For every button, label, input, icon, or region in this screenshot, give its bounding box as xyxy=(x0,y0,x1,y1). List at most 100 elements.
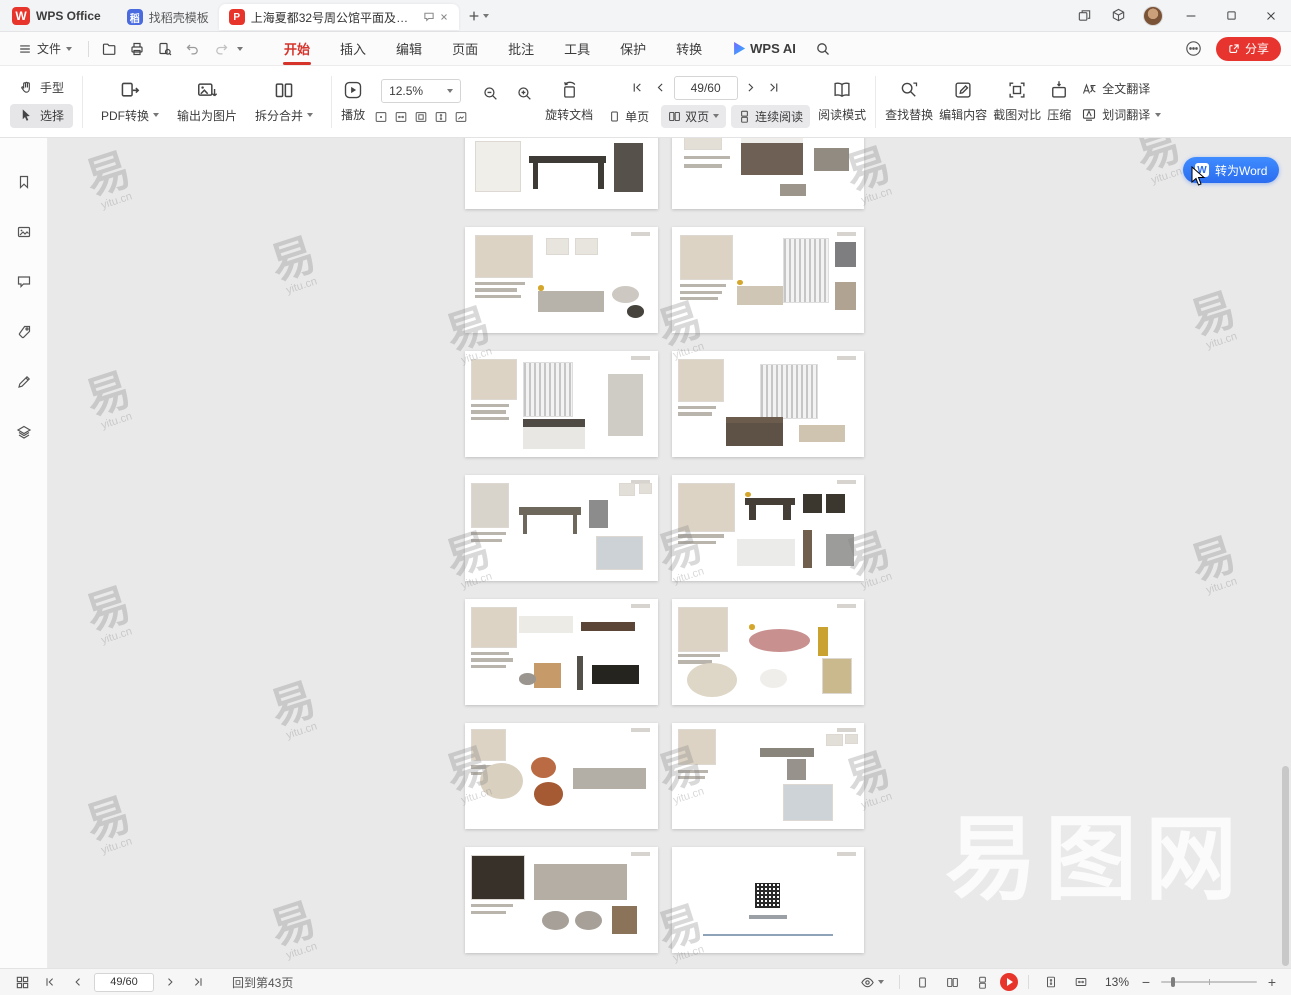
hand-tool-button[interactable]: 手型 xyxy=(10,76,73,100)
ribbon-search-icon[interactable] xyxy=(811,37,835,61)
export-image-button[interactable]: 输出为图片 xyxy=(168,76,246,128)
vertical-scrollbar[interactable] xyxy=(1282,766,1289,966)
tab-page[interactable]: 页面 xyxy=(437,32,493,65)
fit-page-icon[interactable] xyxy=(1039,971,1063,993)
fit-height-icon[interactable] xyxy=(433,109,449,125)
close-button[interactable] xyxy=(1251,0,1291,31)
quickbar-chevron-icon[interactable] xyxy=(237,47,243,51)
tab-tools[interactable]: 工具 xyxy=(549,32,605,65)
statusbar: 回到第43页 13% − + xyxy=(0,968,1291,995)
slider-thumb[interactable] xyxy=(1171,977,1175,987)
zoom-select[interactable]: 12.5% xyxy=(381,79,461,103)
undo-button[interactable] xyxy=(181,37,205,61)
rotate-document-button[interactable] xyxy=(560,81,579,100)
select-tool-button[interactable]: 选择 xyxy=(10,104,73,128)
play-button[interactable] xyxy=(343,80,363,100)
new-tab-icon[interactable] xyxy=(467,9,481,23)
single-page-mode-button[interactable]: 单页 xyxy=(601,105,656,128)
comments-icon[interactable] xyxy=(10,268,38,296)
redo-button[interactable] xyxy=(209,37,233,61)
next-page-button[interactable] xyxy=(158,971,182,993)
tab-comment-icon[interactable] xyxy=(423,11,435,23)
minimize-button[interactable] xyxy=(1171,0,1211,31)
page-number-input[interactable] xyxy=(674,76,738,100)
zoom-out-minus-button[interactable]: − xyxy=(1137,973,1155,991)
tab-title: 找稻壳模板 xyxy=(149,9,209,26)
tab-protect[interactable]: 保护 xyxy=(605,32,661,65)
read-mode-button[interactable] xyxy=(832,80,852,100)
more-options-icon[interactable] xyxy=(1182,37,1206,61)
page-number-input[interactable] xyxy=(94,973,154,992)
tab-insert[interactable]: 插入 xyxy=(325,32,381,65)
tab-edit[interactable]: 编辑 xyxy=(381,32,437,65)
maximize-button[interactable] xyxy=(1211,0,1251,31)
tab-list-chevron-icon[interactable] xyxy=(483,14,489,18)
pdf-convert-button[interactable]: PDF转换 xyxy=(92,76,168,128)
tab-annotate[interactable]: 批注 xyxy=(493,32,549,65)
zoom-in-button[interactable] xyxy=(511,81,537,107)
print-button[interactable] xyxy=(125,37,149,61)
double-page-mode-icon[interactable] xyxy=(940,971,964,993)
layers-icon[interactable] xyxy=(10,418,38,446)
zoom-in-plus-button[interactable]: + xyxy=(1263,973,1281,991)
view-options-eye-icon[interactable] xyxy=(855,971,889,993)
fit-width-icon[interactable] xyxy=(1069,971,1093,993)
document-canvas[interactable]: 易yitu.cn易yitu.cn易yitu.cn易yitu.cn易yitu.cn… xyxy=(48,138,1291,968)
fit-visible-icon[interactable] xyxy=(453,109,469,125)
thumbnails-icon[interactable] xyxy=(10,218,38,246)
compress-icon xyxy=(1049,80,1069,100)
page-grid xyxy=(465,138,864,953)
menubar: 文件 开始 插入 编辑 页面 批注 工具 保护 转换 WPS AI xyxy=(0,32,1291,66)
pdf-page-table-chair-partial xyxy=(465,138,658,209)
back-to-page-link[interactable]: 回到第43页 xyxy=(232,974,293,991)
slideshow-play-button[interactable] xyxy=(1000,973,1018,991)
chevron-down-icon xyxy=(1155,113,1161,117)
continuous-mode-icon[interactable] xyxy=(970,971,994,993)
word-translate-button[interactable]: 划词翻译 xyxy=(1075,104,1167,125)
bookmark-icon[interactable] xyxy=(10,168,38,196)
tab-convert[interactable]: 转换 xyxy=(661,32,717,65)
first-page-button[interactable] xyxy=(628,77,648,99)
annotate-pen-icon[interactable] xyxy=(10,368,38,396)
single-page-mode-icon[interactable] xyxy=(910,971,934,993)
next-page-button[interactable] xyxy=(741,77,761,99)
first-page-button[interactable] xyxy=(38,971,62,993)
fit-width-icon[interactable] xyxy=(393,109,409,125)
actual-size-icon[interactable] xyxy=(373,109,389,125)
page-brand-mark xyxy=(837,356,856,360)
multi-window-icon[interactable] xyxy=(1067,0,1101,31)
user-avatar[interactable] xyxy=(1143,6,1163,26)
watermark: 易yitu.cn xyxy=(81,368,140,434)
zoom-out-button[interactable] xyxy=(477,81,503,107)
edit-content-button[interactable] xyxy=(953,80,973,100)
open-file-button[interactable] xyxy=(97,37,121,61)
wps-home-button[interactable]: W WPS Office xyxy=(0,0,117,31)
tab-home[interactable]: 开始 xyxy=(269,32,325,65)
print-preview-button[interactable] xyxy=(153,37,177,61)
find-replace-button[interactable] xyxy=(899,80,919,100)
fit-page-icon[interactable] xyxy=(413,109,429,125)
attachment-tag-icon[interactable] xyxy=(10,318,38,346)
screenshot-compare-button[interactable] xyxy=(1007,80,1027,100)
chevron-down-icon xyxy=(878,980,884,984)
previous-page-button[interactable] xyxy=(651,77,671,99)
zoom-slider[interactable] xyxy=(1161,975,1257,989)
continuous-read-button[interactable]: 连续阅读 xyxy=(731,105,810,128)
page-brand-mark xyxy=(631,232,650,236)
share-button[interactable]: 分享 xyxy=(1216,37,1281,61)
file-menu-button[interactable]: 文件 xyxy=(10,36,80,62)
previous-page-button[interactable] xyxy=(66,971,90,993)
components-icon[interactable] xyxy=(1101,0,1135,31)
last-page-button[interactable] xyxy=(764,77,784,99)
tab-close-icon[interactable] xyxy=(439,12,449,22)
compress-button[interactable] xyxy=(1049,80,1069,100)
full-text-translate-button[interactable]: 全文翻译 xyxy=(1075,78,1167,99)
tab-docer-template[interactable]: 稻 找稻壳模板 xyxy=(117,4,219,30)
select-label: 选择 xyxy=(40,107,64,124)
split-merge-button[interactable]: 拆分合并 xyxy=(246,76,322,128)
double-page-mode-button[interactable]: 双页 xyxy=(661,105,726,128)
last-page-button[interactable] xyxy=(186,971,210,993)
tab-wps-ai[interactable]: WPS AI xyxy=(717,32,811,65)
thumbnail-panel-icon[interactable] xyxy=(10,971,34,993)
tab-current-document[interactable]: P 上海夏都32号周公馆平面及效... xyxy=(219,4,459,30)
